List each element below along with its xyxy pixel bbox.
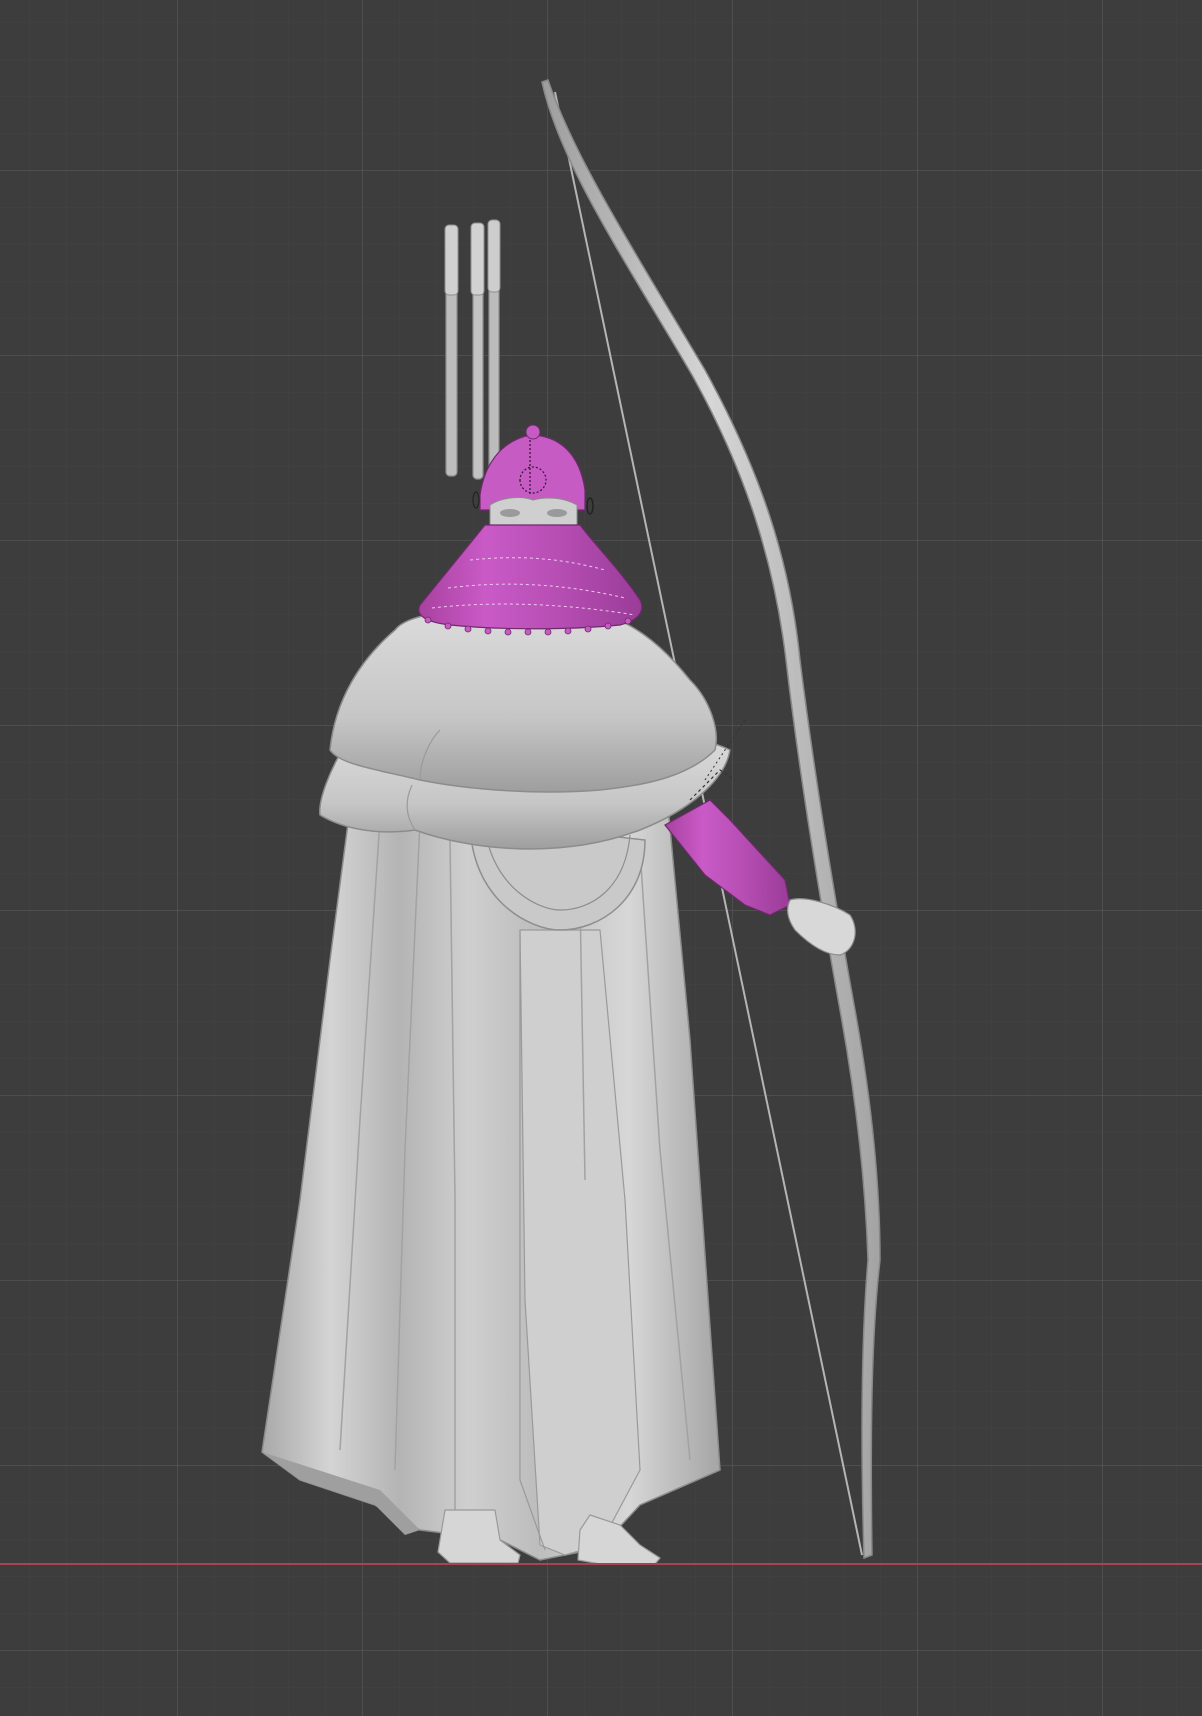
veil-selected[interactable] [418, 524, 643, 630]
scene-canvas[interactable] [0, 0, 1202, 1716]
arrows-quiver[interactable] [444, 219, 501, 483]
x-axis-line [0, 1563, 1202, 1565]
cape-upper[interactable] [329, 604, 717, 793]
hand [786, 898, 856, 956]
3d-viewport[interactable] [0, 0, 1202, 1716]
sleeve-selected[interactable] [664, 799, 791, 916]
